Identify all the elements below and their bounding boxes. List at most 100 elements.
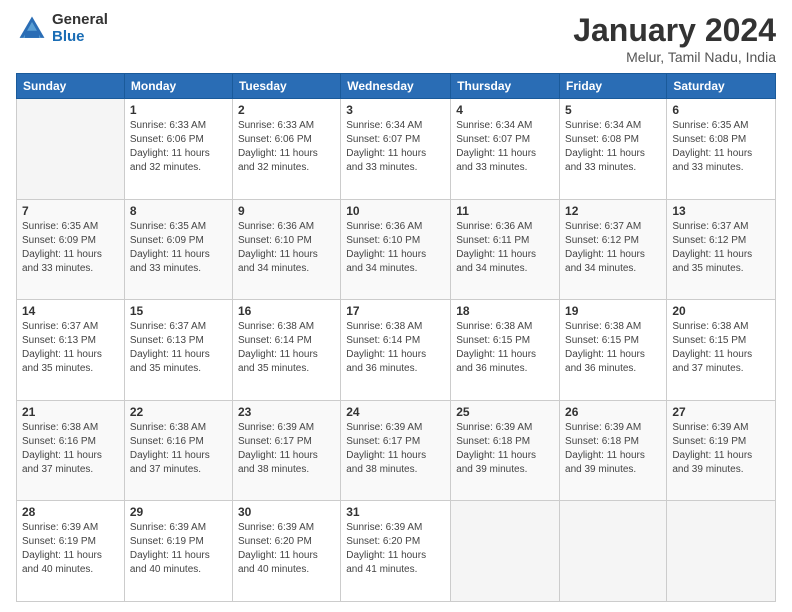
cell-w4-d5 xyxy=(560,501,667,602)
day-info: Sunrise: 6:33 AMSunset: 6:06 PMDaylight:… xyxy=(130,119,227,175)
cell-w2-d0: 14 Sunrise: 6:37 AMSunset: 6:13 PMDaylig… xyxy=(17,300,125,401)
col-friday: Friday xyxy=(560,74,667,99)
day-info: Sunrise: 6:35 AMSunset: 6:09 PMDaylight:… xyxy=(130,220,227,276)
cell-w3-d5: 26 Sunrise: 6:39 AMSunset: 6:18 PMDaylig… xyxy=(560,400,667,501)
cell-w0-d1: 1 Sunrise: 6:33 AMSunset: 6:06 PMDayligh… xyxy=(124,99,232,200)
cell-w3-d2: 23 Sunrise: 6:39 AMSunset: 6:17 PMDaylig… xyxy=(232,400,340,501)
day-info: Sunrise: 6:37 AMSunset: 6:12 PMDaylight:… xyxy=(565,220,661,276)
cell-w0-d2: 2 Sunrise: 6:33 AMSunset: 6:06 PMDayligh… xyxy=(232,99,340,200)
day-number: 9 xyxy=(238,204,335,218)
week-row-0: 1 Sunrise: 6:33 AMSunset: 6:06 PMDayligh… xyxy=(17,99,776,200)
cell-w4-d6 xyxy=(667,501,776,602)
cell-w3-d6: 27 Sunrise: 6:39 AMSunset: 6:19 PMDaylig… xyxy=(667,400,776,501)
cell-w0-d3: 3 Sunrise: 6:34 AMSunset: 6:07 PMDayligh… xyxy=(341,99,451,200)
day-number: 5 xyxy=(565,103,661,117)
cell-w1-d1: 8 Sunrise: 6:35 AMSunset: 6:09 PMDayligh… xyxy=(124,199,232,300)
day-info: Sunrise: 6:33 AMSunset: 6:06 PMDaylight:… xyxy=(238,119,335,175)
cell-w3-d1: 22 Sunrise: 6:38 AMSunset: 6:16 PMDaylig… xyxy=(124,400,232,501)
logo-line1: General xyxy=(52,11,108,28)
day-info: Sunrise: 6:37 AMSunset: 6:13 PMDaylight:… xyxy=(130,320,227,376)
day-number: 25 xyxy=(456,405,554,419)
day-info: Sunrise: 6:39 AMSunset: 6:18 PMDaylight:… xyxy=(456,421,554,477)
day-number: 18 xyxy=(456,304,554,318)
day-info: Sunrise: 6:36 AMSunset: 6:10 PMDaylight:… xyxy=(238,220,335,276)
col-saturday: Saturday xyxy=(667,74,776,99)
cell-w1-d4: 11 Sunrise: 6:36 AMSunset: 6:11 PMDaylig… xyxy=(451,199,560,300)
day-info: Sunrise: 6:38 AMSunset: 6:15 PMDaylight:… xyxy=(672,320,770,376)
day-number: 10 xyxy=(346,204,445,218)
day-number: 6 xyxy=(672,103,770,117)
cell-w4-d1: 29 Sunrise: 6:39 AMSunset: 6:19 PMDaylig… xyxy=(124,501,232,602)
day-info: Sunrise: 6:35 AMSunset: 6:08 PMDaylight:… xyxy=(672,119,770,175)
day-number: 21 xyxy=(22,405,119,419)
day-info: Sunrise: 6:39 AMSunset: 6:17 PMDaylight:… xyxy=(238,421,335,477)
day-number: 27 xyxy=(672,405,770,419)
day-number: 15 xyxy=(130,304,227,318)
header: General Blue January 2024 Melur, Tamil N… xyxy=(16,12,776,65)
cell-w1-d0: 7 Sunrise: 6:35 AMSunset: 6:09 PMDayligh… xyxy=(17,199,125,300)
day-number: 8 xyxy=(130,204,227,218)
day-info: Sunrise: 6:39 AMSunset: 6:17 PMDaylight:… xyxy=(346,421,445,477)
day-info: Sunrise: 6:39 AMSunset: 6:20 PMDaylight:… xyxy=(238,521,335,577)
cell-w2-d1: 15 Sunrise: 6:37 AMSunset: 6:13 PMDaylig… xyxy=(124,300,232,401)
cell-w4-d3: 31 Sunrise: 6:39 AMSunset: 6:20 PMDaylig… xyxy=(341,501,451,602)
day-info: Sunrise: 6:37 AMSunset: 6:12 PMDaylight:… xyxy=(672,220,770,276)
day-number: 16 xyxy=(238,304,335,318)
logo-text: General Blue xyxy=(52,12,108,45)
day-info: Sunrise: 6:39 AMSunset: 6:19 PMDaylight:… xyxy=(130,521,227,577)
cell-w3-d0: 21 Sunrise: 6:38 AMSunset: 6:16 PMDaylig… xyxy=(17,400,125,501)
day-number: 26 xyxy=(565,405,661,419)
day-info: Sunrise: 6:34 AMSunset: 6:07 PMDaylight:… xyxy=(456,119,554,175)
day-number: 2 xyxy=(238,103,335,117)
week-row-1: 7 Sunrise: 6:35 AMSunset: 6:09 PMDayligh… xyxy=(17,199,776,300)
main-title: January 2024 xyxy=(573,12,776,49)
cell-w0-d4: 4 Sunrise: 6:34 AMSunset: 6:07 PMDayligh… xyxy=(451,99,560,200)
day-number: 3 xyxy=(346,103,445,117)
day-info: Sunrise: 6:36 AMSunset: 6:11 PMDaylight:… xyxy=(456,220,554,276)
col-sunday: Sunday xyxy=(17,74,125,99)
subtitle: Melur, Tamil Nadu, India xyxy=(573,49,776,65)
cell-w4-d0: 28 Sunrise: 6:39 AMSunset: 6:19 PMDaylig… xyxy=(17,501,125,602)
logo-icon xyxy=(16,13,48,45)
cell-w1-d2: 9 Sunrise: 6:36 AMSunset: 6:10 PMDayligh… xyxy=(232,199,340,300)
day-info: Sunrise: 6:35 AMSunset: 6:09 PMDaylight:… xyxy=(22,220,119,276)
day-number: 20 xyxy=(672,304,770,318)
cell-w0-d5: 5 Sunrise: 6:34 AMSunset: 6:08 PMDayligh… xyxy=(560,99,667,200)
calendar-table: Sunday Monday Tuesday Wednesday Thursday… xyxy=(16,73,776,602)
week-row-4: 28 Sunrise: 6:39 AMSunset: 6:19 PMDaylig… xyxy=(17,501,776,602)
day-info: Sunrise: 6:38 AMSunset: 6:15 PMDaylight:… xyxy=(565,320,661,376)
day-info: Sunrise: 6:36 AMSunset: 6:10 PMDaylight:… xyxy=(346,220,445,276)
title-block: January 2024 Melur, Tamil Nadu, India xyxy=(573,12,776,65)
day-number: 19 xyxy=(565,304,661,318)
page: General Blue January 2024 Melur, Tamil N… xyxy=(0,0,792,612)
cell-w4-d4 xyxy=(451,501,560,602)
day-number: 13 xyxy=(672,204,770,218)
day-info: Sunrise: 6:38 AMSunset: 6:16 PMDaylight:… xyxy=(22,421,119,477)
cell-w3-d4: 25 Sunrise: 6:39 AMSunset: 6:18 PMDaylig… xyxy=(451,400,560,501)
day-number: 14 xyxy=(22,304,119,318)
cell-w1-d3: 10 Sunrise: 6:36 AMSunset: 6:10 PMDaylig… xyxy=(341,199,451,300)
day-number: 12 xyxy=(565,204,661,218)
cell-w1-d6: 13 Sunrise: 6:37 AMSunset: 6:12 PMDaylig… xyxy=(667,199,776,300)
day-number: 28 xyxy=(22,505,119,519)
col-wednesday: Wednesday xyxy=(341,74,451,99)
col-tuesday: Tuesday xyxy=(232,74,340,99)
logo: General Blue xyxy=(16,12,108,45)
week-row-2: 14 Sunrise: 6:37 AMSunset: 6:13 PMDaylig… xyxy=(17,300,776,401)
day-info: Sunrise: 6:39 AMSunset: 6:19 PMDaylight:… xyxy=(22,521,119,577)
cell-w0-d0 xyxy=(17,99,125,200)
day-info: Sunrise: 6:39 AMSunset: 6:19 PMDaylight:… xyxy=(672,421,770,477)
day-info: Sunrise: 6:34 AMSunset: 6:07 PMDaylight:… xyxy=(346,119,445,175)
cell-w2-d3: 17 Sunrise: 6:38 AMSunset: 6:14 PMDaylig… xyxy=(341,300,451,401)
day-number: 24 xyxy=(346,405,445,419)
cell-w2-d6: 20 Sunrise: 6:38 AMSunset: 6:15 PMDaylig… xyxy=(667,300,776,401)
day-info: Sunrise: 6:38 AMSunset: 6:15 PMDaylight:… xyxy=(456,320,554,376)
day-number: 31 xyxy=(346,505,445,519)
day-number: 17 xyxy=(346,304,445,318)
cell-w0-d6: 6 Sunrise: 6:35 AMSunset: 6:08 PMDayligh… xyxy=(667,99,776,200)
day-info: Sunrise: 6:34 AMSunset: 6:08 PMDaylight:… xyxy=(565,119,661,175)
cell-w2-d5: 19 Sunrise: 6:38 AMSunset: 6:15 PMDaylig… xyxy=(560,300,667,401)
cell-w2-d4: 18 Sunrise: 6:38 AMSunset: 6:15 PMDaylig… xyxy=(451,300,560,401)
calendar-header-row: Sunday Monday Tuesday Wednesday Thursday… xyxy=(17,74,776,99)
day-number: 23 xyxy=(238,405,335,419)
